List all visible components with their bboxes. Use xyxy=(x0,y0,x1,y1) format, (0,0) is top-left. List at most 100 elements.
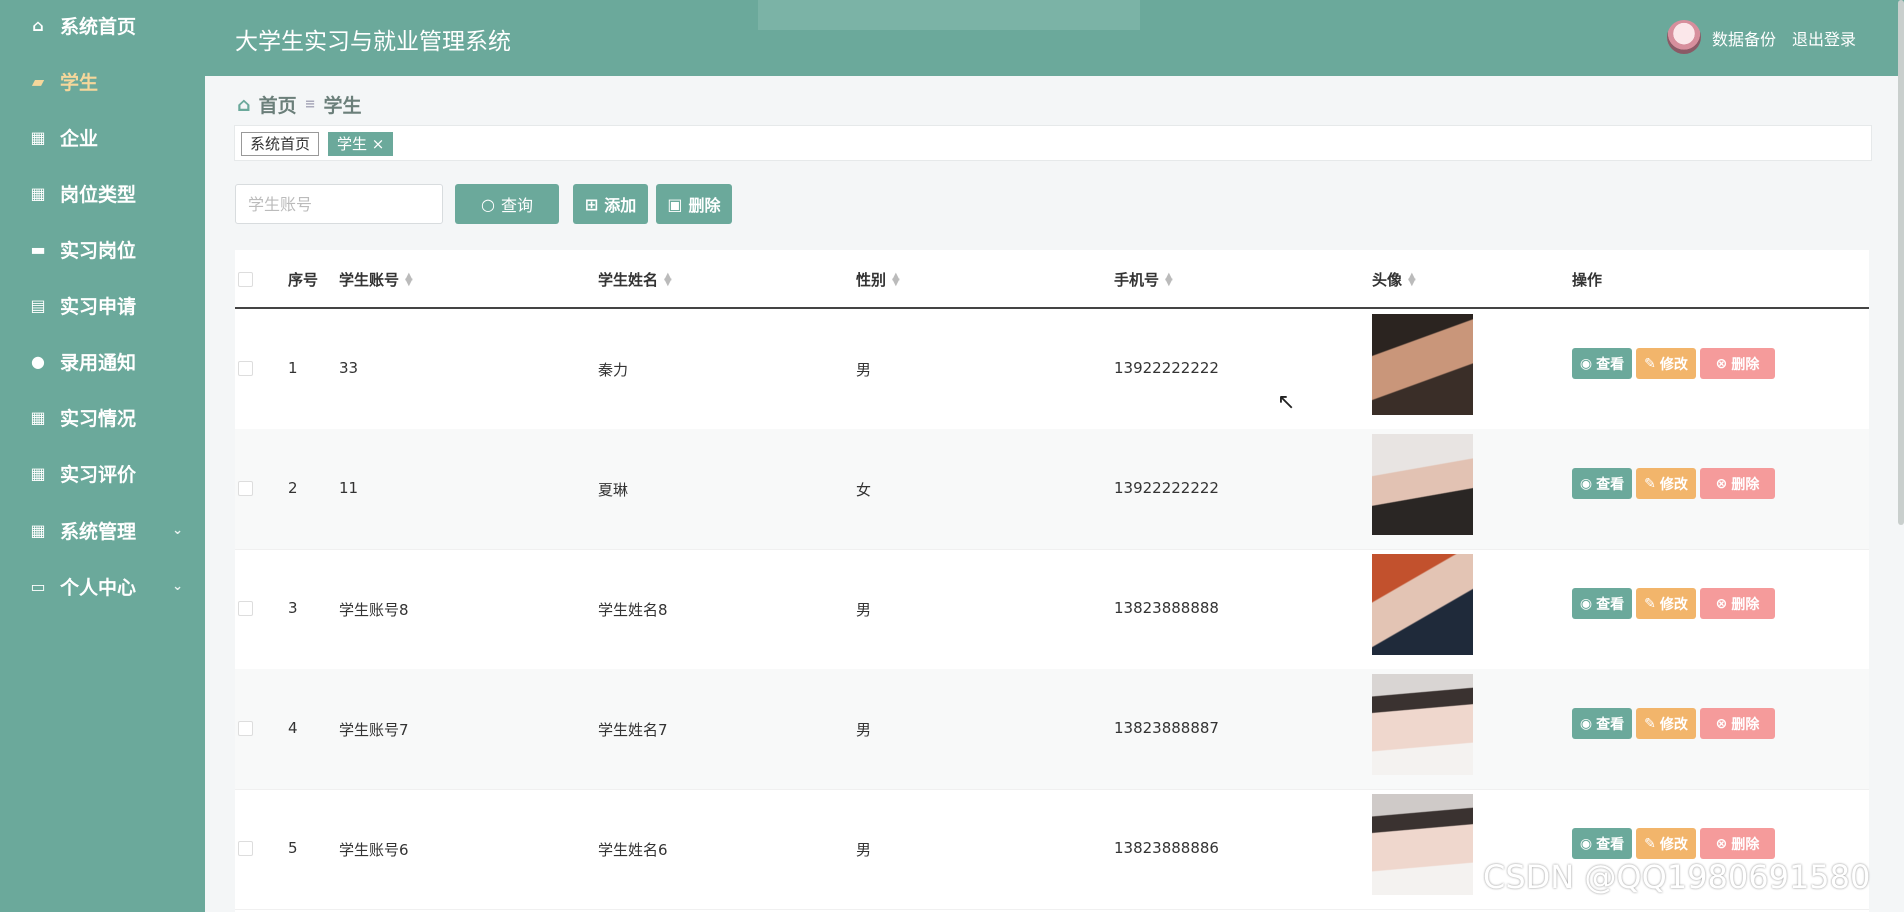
view-label: 查看 xyxy=(1596,356,1625,373)
edit-button[interactable]: ✎ 修改 xyxy=(1636,708,1696,739)
grid-icon: ▦ xyxy=(30,407,46,427)
sort-icon[interactable]: ▲ ▼ xyxy=(892,271,900,287)
sidebar-item-label: 个人中心 xyxy=(60,576,137,599)
table-row: 1 33 秦力 男 13922222222 ◉ 查看 ✎ 修改 ⊗ 删除 xyxy=(235,309,1869,430)
edit-button[interactable]: ✎ 修改 xyxy=(1636,828,1696,859)
breadcrumb-home[interactable]: 首页 xyxy=(259,91,297,118)
sort-icon[interactable]: ▲ ▼ xyxy=(1165,271,1173,287)
batch-delete-button[interactable]: ▣ 删除 xyxy=(656,184,732,224)
delete-label: 删除 xyxy=(1731,356,1760,373)
add-button[interactable]: ⊞ 添加 xyxy=(573,184,648,224)
row-checkbox[interactable] xyxy=(238,361,253,376)
sidebar-item-student[interactable]: ▰ 学生 xyxy=(0,53,205,109)
sidebar: ⌂ 系统首页 ▰ 学生 ▦ 企业 ▦ 岗位类型 ▬ 实习岗位 ▤ 实习申请 ● … xyxy=(0,0,205,912)
backup-link[interactable]: 数据备份 xyxy=(1712,26,1776,50)
col-phone[interactable]: 手机号 ▲ ▼ xyxy=(1114,269,1173,290)
cell-account: 33 xyxy=(339,359,359,377)
cell-account: 学生账号7 xyxy=(339,721,409,739)
tag-student[interactable]: 学生 × xyxy=(328,132,394,156)
query-button[interactable]: ○ 查询 xyxy=(455,184,559,224)
row-checkbox[interactable] xyxy=(238,721,253,736)
view-button[interactable]: ◉ 查看 xyxy=(1572,708,1632,739)
top-header: 大学生实习与就业管理系统 数据备份 退出登录 xyxy=(205,0,1904,76)
delete-button[interactable]: ⊗ 删除 xyxy=(1700,828,1775,859)
grid-icon: ▦ xyxy=(30,463,46,483)
view-button[interactable]: ◉ 查看 xyxy=(1572,828,1632,859)
sidebar-item-offer-notice[interactable]: ● 录用通知 xyxy=(0,333,205,389)
tags-bar: 系统首页 学生 × xyxy=(234,125,1872,161)
page-scrollbar[interactable] xyxy=(1898,0,1904,525)
monitor-icon: ▬ xyxy=(30,239,46,259)
student-avatar-photo[interactable] xyxy=(1372,674,1473,775)
grid-icon: ▦ xyxy=(30,520,46,540)
edit-button[interactable]: ✎ 修改 xyxy=(1636,348,1696,379)
edit-icon: ✎ xyxy=(1644,475,1656,492)
delete-icon: ▣ xyxy=(667,194,683,214)
row-checkbox[interactable] xyxy=(238,841,253,856)
table-row: 3 学生账号8 学生姓名8 男 13823888888 ◉ 查看 ✎ 修改 ⊗ 删除 xyxy=(235,549,1869,670)
sidebar-item-home[interactable]: ⌂ 系统首页 xyxy=(0,0,205,53)
logout-link[interactable]: 退出登录 xyxy=(1792,26,1856,50)
sidebar-item-job-type[interactable]: ▦ 岗位类型 xyxy=(0,165,205,221)
edit-icon: ✎ xyxy=(1644,355,1656,372)
cell-index: 3 xyxy=(288,599,298,617)
cell-gender: 男 xyxy=(856,361,872,379)
sidebar-item-internship-position[interactable]: ▬ 实习岗位 xyxy=(0,221,205,277)
row-checkbox[interactable] xyxy=(238,481,253,496)
view-button[interactable]: ◉ 查看 xyxy=(1572,588,1632,619)
student-table: 序号 学生账号 ▲ ▼ 学生姓名 ▲ ▼ 性别 ▲ ▼ 手机号 ▲ ▼ 头像 ▲ ▼ 操作 1 33… xyxy=(235,250,1869,912)
clipboard-icon: ▤ xyxy=(30,295,46,315)
student-avatar-photo[interactable] xyxy=(1372,434,1473,535)
select-all-checkbox[interactable] xyxy=(238,272,253,287)
col-gender[interactable]: 性别 ▲ ▼ xyxy=(856,269,900,290)
edit-label: 修改 xyxy=(1659,596,1688,613)
view-button[interactable]: ◉ 查看 xyxy=(1572,348,1632,379)
delete-button[interactable]: ⊗ 删除 xyxy=(1700,468,1775,499)
eye-icon: ◉ xyxy=(1579,835,1593,852)
delete-button[interactable]: ⊗ 删除 xyxy=(1700,708,1775,739)
edit-button[interactable]: ✎ 修改 xyxy=(1636,588,1696,619)
close-icon[interactable]: × xyxy=(372,135,385,153)
student-avatar-photo[interactable] xyxy=(1372,314,1473,415)
grid-icon: ▦ xyxy=(30,183,46,203)
watermark: CSDN @QQ1980691580 xyxy=(1483,858,1871,896)
cell-name: 学生姓名8 xyxy=(598,601,668,619)
edit-icon: ✎ xyxy=(1644,595,1656,612)
avatar[interactable] xyxy=(1667,20,1701,54)
search-input[interactable] xyxy=(235,184,443,224)
col-gender-label: 性别 xyxy=(856,271,887,289)
sort-icon[interactable]: ▲ ▼ xyxy=(664,271,672,287)
close-circle-icon: ⊗ xyxy=(1715,595,1728,612)
delete-button[interactable]: ⊗ 删除 xyxy=(1700,588,1775,619)
view-button[interactable]: ◉ 查看 xyxy=(1572,468,1632,499)
sidebar-item-internship-status[interactable]: ▦ 实习情况 xyxy=(0,389,205,445)
col-ops-label: 操作 xyxy=(1572,271,1603,289)
col-index-label: 序号 xyxy=(288,271,319,289)
sidebar-item-label: 录用通知 xyxy=(60,351,137,374)
edit-button[interactable]: ✎ 修改 xyxy=(1636,468,1696,499)
sidebar-item-system-management[interactable]: ▦ 系统管理 ⌄ xyxy=(0,502,205,558)
sidebar-item-company[interactable]: ▦ 企业 xyxy=(0,109,205,165)
sidebar-item-internship-evaluation[interactable]: ▦ 实习评价 xyxy=(0,445,205,501)
row-checkbox[interactable] xyxy=(238,601,253,616)
delete-button[interactable]: ⊗ 删除 xyxy=(1700,348,1775,379)
student-avatar-photo[interactable] xyxy=(1372,554,1473,655)
sidebar-item-label: 系统首页 xyxy=(60,15,137,38)
tag-system-home[interactable]: 系统首页 xyxy=(241,132,320,156)
home-icon: ⌂ xyxy=(32,15,44,35)
sort-icon[interactable]: ▲ ▼ xyxy=(1408,271,1416,287)
edit-label: 修改 xyxy=(1659,716,1688,733)
sidebar-item-personal-center[interactable]: ▭ 个人中心 ⌄ xyxy=(0,558,205,614)
sidebar-item-internship-application[interactable]: ▤ 实习申请 xyxy=(0,277,205,333)
col-account[interactable]: 学生账号 ▲ ▼ xyxy=(339,269,413,290)
sort-icon[interactable]: ▲ ▼ xyxy=(405,271,413,287)
col-name[interactable]: 学生姓名 ▲ ▼ xyxy=(598,269,672,290)
view-label: 查看 xyxy=(1596,836,1625,853)
student-avatar-photo[interactable] xyxy=(1372,794,1473,895)
mouse-cursor-icon: ↖ xyxy=(1277,390,1296,415)
view-label: 查看 xyxy=(1596,716,1625,733)
col-avatar[interactable]: 头像 ▲ ▼ xyxy=(1372,269,1416,290)
bulb-icon: ● xyxy=(31,351,45,371)
cell-gender: 女 xyxy=(856,481,872,499)
search-icon: ○ xyxy=(481,194,495,214)
